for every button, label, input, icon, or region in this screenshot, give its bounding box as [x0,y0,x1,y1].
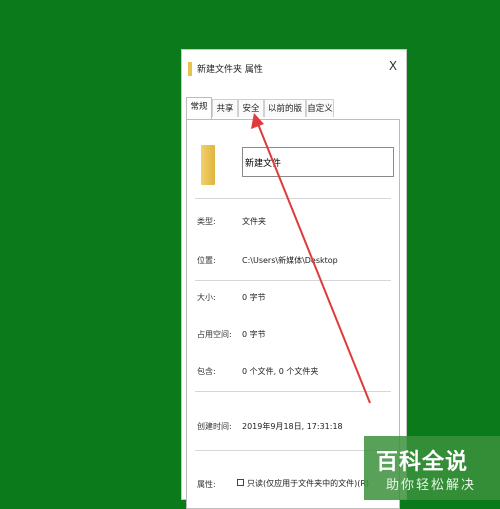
annotation-arrow [251,113,371,404]
watermark-subtitle: 助你轻松解决 [386,478,477,493]
arrow-head [251,113,264,129]
arrow-shaft [257,123,371,404]
watermark: 百科全说 助你轻松解决 [364,436,500,500]
watermark-title: 百科全说 [376,450,469,475]
